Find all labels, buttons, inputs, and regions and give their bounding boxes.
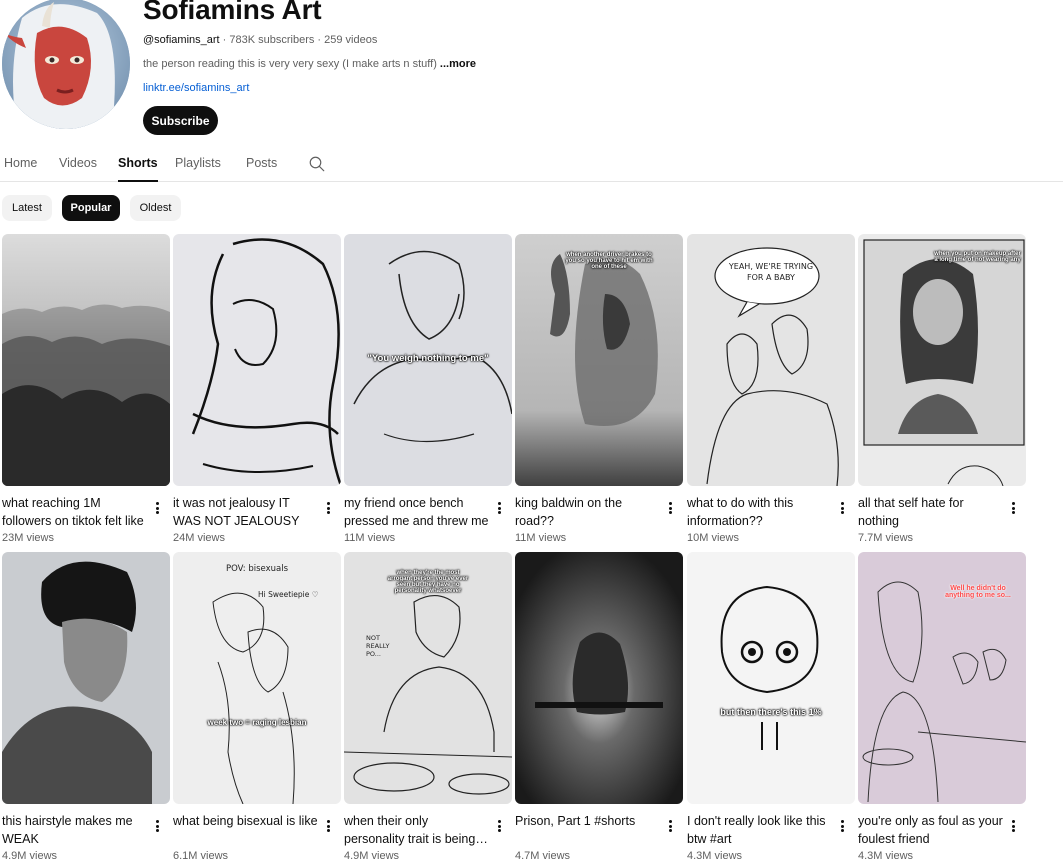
short-title[interactable]: king baldwin on the road??	[515, 494, 661, 530]
thumbnail-image	[515, 234, 683, 486]
short-item: it was not jealousy IT WAS NOT JEALOUSY …	[173, 234, 341, 544]
sort-chip-oldest[interactable]: Oldest	[130, 195, 181, 221]
channel-name: Sofiamins Art	[143, 0, 322, 25]
more-vert-icon[interactable]	[1008, 500, 1018, 516]
short-thumbnail[interactable]: POV: bisexuals Hi Sweetiepie ♡ week two …	[173, 552, 341, 804]
more-vert-icon[interactable]	[152, 818, 162, 834]
short-views: 10M views	[687, 532, 739, 544]
short-item: when another driver brakes to you so you…	[515, 234, 683, 544]
short-title[interactable]: what reaching 1M followers on tiktok fel…	[2, 494, 148, 530]
sort-chip-latest[interactable]: Latest	[2, 195, 52, 221]
more-vert-icon[interactable]	[665, 818, 675, 834]
thumbnail-caption: when another driver brakes to you so you…	[565, 252, 653, 270]
channel-description-text: the person reading this is very very sex…	[143, 58, 440, 70]
short-views: 4.3M views	[858, 850, 914, 862]
channel-description[interactable]: the person reading this is very very sex…	[143, 58, 476, 70]
more-vert-icon[interactable]	[323, 818, 333, 834]
sort-chip-popular[interactable]: Popular	[62, 195, 120, 221]
short-thumbnail[interactable]	[173, 234, 341, 486]
short-item: when they're the most arrogant person yo…	[344, 552, 512, 862]
thumbnail-image	[2, 552, 170, 804]
tab-videos[interactable]: Videos	[59, 156, 97, 182]
short-views: 23M views	[2, 532, 54, 544]
short-item: Well he didn't do anything to me so... y…	[858, 552, 1026, 862]
short-item: what reaching 1M followers on tiktok fel…	[2, 234, 170, 544]
short-views: 4.9M views	[2, 850, 58, 862]
short-views: 11M views	[344, 532, 396, 544]
short-views: 4.3M views	[687, 850, 743, 862]
tab-shorts[interactable]: Shorts	[118, 156, 158, 182]
more-vert-icon[interactable]	[1008, 818, 1018, 834]
short-thumbnail[interactable]	[2, 234, 170, 486]
short-thumbnail[interactable]: "You weigh nothing to me"	[344, 234, 512, 486]
thumbnail-caption: when you put on makeup after a long time…	[934, 251, 1021, 263]
channel-stats: · 783K subscribers · 259 videos	[219, 34, 378, 46]
short-item: YEAH, WE'RE TRYING FOR A BABY what to do…	[687, 234, 855, 544]
short-item: this hairstyle makes me WEAK 4.9M views	[2, 552, 170, 862]
short-thumbnail[interactable]: when another driver brakes to you so you…	[515, 234, 683, 486]
short-views: 7.7M views	[858, 532, 914, 544]
thumbnail-caption: Well he didn't do anything to me so...	[945, 585, 1011, 599]
short-item: Prison, Part 1 #shorts 4.7M views	[515, 552, 683, 862]
short-item: POV: bisexuals Hi Sweetiepie ♡ week two …	[173, 552, 341, 862]
more-vert-icon[interactable]	[837, 500, 847, 516]
short-title[interactable]: what being bisexual is like	[173, 812, 319, 830]
short-item: when you put on makeup after a long time…	[858, 234, 1026, 544]
short-title[interactable]: I don't really look like this btw #art	[687, 812, 833, 848]
channel-handle: @sofiamins_art	[143, 34, 220, 46]
short-item: but then there's this 1% I don't really …	[687, 552, 855, 862]
thumbnail-image	[2, 234, 170, 486]
short-views: 4.9M views	[344, 850, 400, 862]
short-title[interactable]: Prison, Part 1 #shorts	[515, 812, 661, 830]
short-thumbnail[interactable]	[2, 552, 170, 804]
thumbnail-caption: when they're the most arrogant person yo…	[387, 570, 469, 594]
thumbnail-image	[173, 234, 341, 486]
thumbnail-caption-3: week two = raging lesbian	[207, 718, 307, 727]
channel-avatar[interactable]	[2, 0, 130, 129]
short-title[interactable]: all that self hate for nothing	[858, 494, 1004, 530]
short-title[interactable]: what to do with this information??	[687, 494, 833, 530]
subscribe-button[interactable]: Subscribe	[143, 106, 218, 135]
tab-playlists[interactable]: Playlists	[175, 156, 221, 182]
thumbnail-caption: but then there's this 1%	[720, 707, 822, 717]
short-thumbnail[interactable]: YEAH, WE'RE TRYING FOR A BABY	[687, 234, 855, 486]
thumbnail-caption: POV: bisexuals	[225, 564, 289, 574]
short-thumbnail[interactable]: but then there's this 1%	[687, 552, 855, 804]
tab-posts[interactable]: Posts	[246, 156, 277, 182]
short-views: 24M views	[173, 532, 225, 544]
short-item: "You weigh nothing to me" my friend once…	[344, 234, 512, 544]
more-vert-icon[interactable]	[494, 818, 504, 834]
thumbnail-caption: YEAH, WE'RE TRYING FOR A BABY	[728, 262, 814, 282]
channel-link[interactable]: linktr.ee/sofiamins_art	[143, 82, 249, 94]
thumbnail-caption-2: Hi Sweetiepie ♡	[258, 590, 319, 599]
thumbnail-caption: "You weigh nothing to me"	[367, 353, 489, 364]
more-vert-icon[interactable]	[837, 818, 847, 834]
short-thumbnail[interactable]: when you put on makeup after a long time…	[858, 234, 1026, 486]
short-title[interactable]: you're only as foul as your foulest frie…	[858, 812, 1004, 848]
thumbnail-image	[515, 552, 683, 804]
short-title[interactable]: this hairstyle makes me WEAK	[2, 812, 148, 848]
short-title[interactable]: it was not jealousy IT WAS NOT JEALOUSY	[173, 494, 319, 530]
tab-home[interactable]: Home	[4, 156, 37, 182]
more-vert-icon[interactable]	[152, 500, 162, 516]
search-icon[interactable]	[308, 155, 326, 173]
thumbnail-image	[858, 234, 1026, 486]
more-vert-icon[interactable]	[494, 500, 504, 516]
short-thumbnail[interactable]	[515, 552, 683, 804]
description-more-link[interactable]: ...more	[440, 58, 476, 70]
short-title[interactable]: when their only personality trait is bei…	[344, 812, 490, 848]
short-title[interactable]: my friend once bench pressed me and thre…	[344, 494, 490, 530]
thumbnail-image	[687, 552, 855, 804]
short-thumbnail[interactable]: Well he didn't do anything to me so...	[858, 552, 1026, 804]
thumbnail-caption-2: NOT REALLY PO...	[366, 634, 390, 658]
avatar-image	[2, 0, 130, 129]
short-views: 11M views	[515, 532, 567, 544]
short-thumbnail[interactable]: when they're the most arrogant person yo…	[344, 552, 512, 804]
more-vert-icon[interactable]	[323, 500, 333, 516]
short-views: 6.1M views	[173, 850, 229, 862]
channel-tabs: Home Videos Shorts Playlists Posts	[0, 146, 1063, 182]
short-views: 4.7M views	[515, 850, 571, 862]
channel-meta: @sofiamins_art · 783K subscribers · 259 …	[143, 34, 377, 46]
more-vert-icon[interactable]	[665, 500, 675, 516]
